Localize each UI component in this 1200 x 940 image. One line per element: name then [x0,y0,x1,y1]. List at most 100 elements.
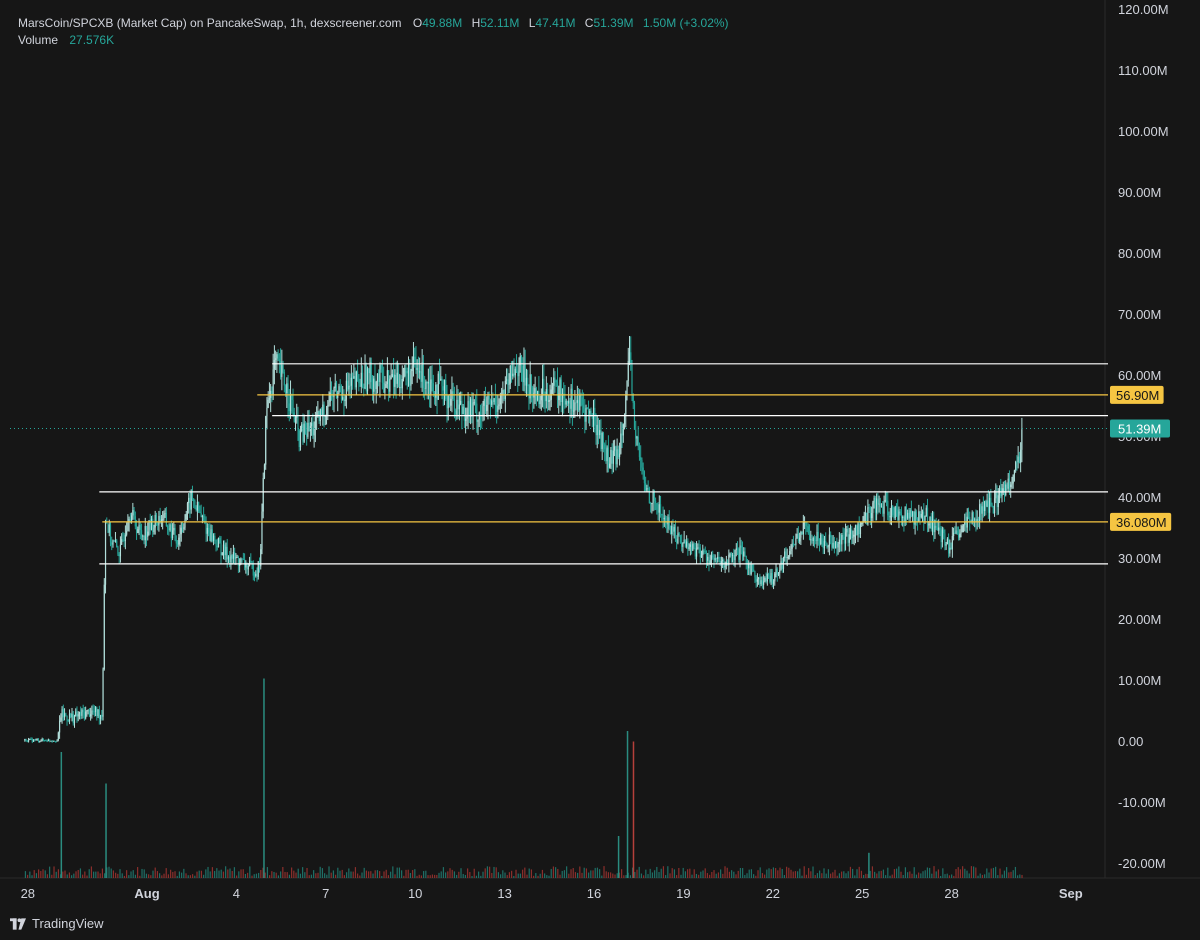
candle-body [739,545,741,560]
volume-bar [790,869,792,878]
volume-bar [981,874,984,878]
volume-bar [816,873,819,878]
candle-body [996,492,998,508]
candle-body [99,714,102,719]
volume-bar [865,873,867,878]
volume-bar [42,869,44,878]
candle-body [399,387,401,389]
candle-body [847,528,849,543]
candle-body [812,537,814,541]
candle-body [35,739,37,741]
volume-bar [75,871,77,878]
candle-body [699,547,701,558]
volume-bar [915,874,918,878]
candle-body [923,511,925,521]
candle-body [224,544,226,556]
candle-body [816,531,818,541]
volume-bar [471,875,473,878]
volume-bar [315,873,317,878]
volume-bar [86,875,88,878]
volume-bar [82,874,84,878]
candle-body [866,512,868,525]
candle-body [874,497,876,513]
candle-body [518,365,520,377]
candle-body [366,368,369,392]
volume-bar [64,870,66,878]
candle-body [586,407,588,409]
candle-body [620,433,622,454]
volume-bar [339,870,341,878]
volume-bar [29,871,31,878]
candle-body [632,395,634,403]
candle-body [807,526,809,534]
candle-body [811,539,813,541]
candle-body [988,497,991,513]
volume-bar [460,868,462,878]
candle-body [335,382,338,398]
volume-bar [319,866,321,878]
candle-body [684,539,686,547]
volume-bar [416,875,418,878]
volume-bar [900,871,902,878]
candle-body [286,383,288,394]
candle-body [363,386,365,389]
volume-bar [266,867,269,878]
volume-bar [394,874,396,878]
candle-body [764,577,766,582]
volume-bar [484,868,486,878]
candle-body [122,539,124,541]
volume-bar [832,872,834,878]
candle-body [272,369,274,395]
candle-body [617,449,619,458]
volume-bar [706,873,709,878]
candle-body [878,503,880,505]
candle-body [541,378,544,396]
candle-body [1013,470,1016,475]
candle-body [103,584,105,670]
candle-body [674,527,677,539]
volume-bar [616,873,618,878]
volume-bar [882,869,885,878]
volume-bar [387,875,390,878]
volume-bar [31,875,33,878]
low-value: 47.41M [535,16,576,30]
volume-bar [911,873,913,878]
candle-body [1012,474,1014,484]
candle-body [872,502,874,514]
candle-body [753,569,755,572]
candle-body [198,501,200,512]
candle-body [636,436,638,439]
candle-body [877,498,879,505]
volume-bar [876,873,878,878]
x-tick-label: 25 [855,886,869,901]
candle-body [775,568,777,574]
candle-body [167,526,169,529]
candle-body [214,535,216,540]
price-chart[interactable]: 120.00M 110.00M 100.00M 90.00M 80.00M 70.00M 6… [0,0,1200,940]
candle-body [944,533,946,546]
candle-body [460,400,462,405]
volume-bar [57,869,60,878]
volume-bar [258,872,260,878]
volume-bar [979,873,981,878]
candle-body [492,400,494,402]
tradingview-logo[interactable]: TradingView [10,916,104,931]
volume-bar [152,870,154,878]
volume-bar [713,870,715,878]
candle-body [946,538,948,545]
candle-body [248,560,251,566]
candle-body [851,529,853,539]
candle-body [574,402,576,411]
candle-body [918,511,920,522]
candle-body [334,382,336,389]
candle-body [1015,461,1017,471]
candle-body [140,530,143,537]
candle-body [883,501,885,514]
volume-bar [748,869,750,878]
candle-body [960,532,962,534]
volume-bar [313,870,315,878]
candle-body [220,542,222,556]
candle-body [900,513,903,518]
candle-body [570,388,572,409]
volume-bar [398,867,401,878]
